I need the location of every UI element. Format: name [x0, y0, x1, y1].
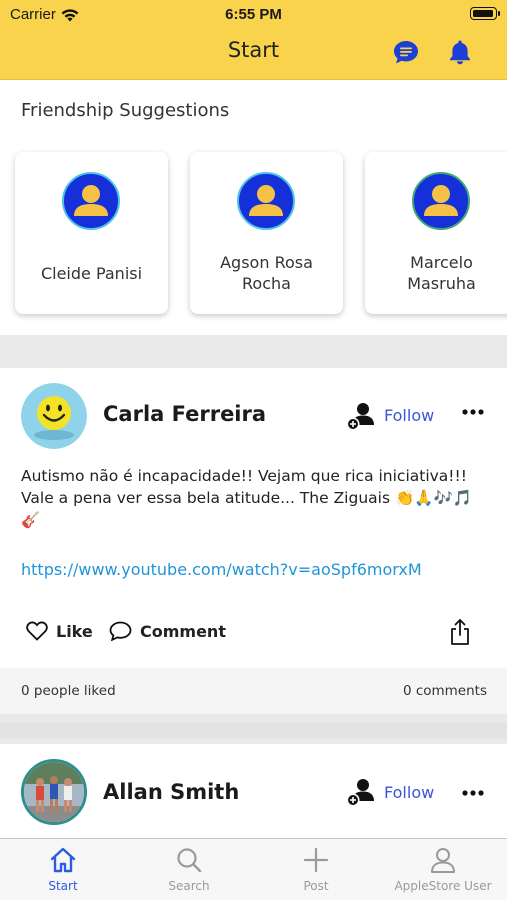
- comment-label: Comment: [140, 621, 226, 641]
- notifications-button[interactable]: [446, 38, 474, 66]
- suggestion-card[interactable]: Cleide Panisi: [15, 152, 168, 314]
- feed-post: Allan Smith Follow: [0, 744, 507, 838]
- comment-icon: [109, 621, 132, 641]
- default-avatar-icon: [62, 172, 120, 230]
- suggestion-name-line: Masruha: [407, 274, 476, 293]
- follow-button[interactable]: Follow: [384, 783, 434, 802]
- suggestion-card[interactable]: Marcelo Masruha: [365, 152, 507, 314]
- page-title: Start: [227, 38, 280, 62]
- feed-post: Carla Ferreira Follow Autismo não é inca…: [0, 368, 507, 668]
- add-user-icon[interactable]: [346, 401, 376, 431]
- suggestion-name-line: Rocha: [242, 274, 291, 293]
- post-link[interactable]: https://www.youtube.com/watch?v=aoSpf6mo…: [21, 560, 422, 579]
- header: Carrier 6:55 PM Start: [0, 0, 507, 80]
- author-avatar[interactable]: [21, 383, 87, 449]
- share-icon[interactable]: [449, 618, 471, 646]
- author-avatar[interactable]: [21, 759, 87, 825]
- suggestion-name-line: Marcelo: [410, 253, 473, 272]
- search-icon: [177, 848, 202, 873]
- suggestion-name-line: Cleide Panisi: [40, 264, 143, 283]
- like-label: Like: [56, 621, 93, 641]
- suggestion-name-line: Agson Rosa: [220, 253, 313, 272]
- more-options-icon[interactable]: [461, 408, 485, 416]
- smiley-avatar-image: [21, 383, 87, 449]
- status-time: 6:55 PM: [225, 6, 282, 23]
- comment-button[interactable]: Comment: [109, 621, 226, 641]
- suggestion-name: Agson Rosa Rocha: [194, 252, 339, 294]
- author-name[interactable]: Carla Ferreira: [103, 402, 266, 426]
- follow-button[interactable]: Follow: [384, 406, 434, 425]
- tab-search[interactable]: Search: [126, 845, 252, 893]
- add-user-icon[interactable]: [346, 777, 376, 807]
- tab-label: Post: [303, 879, 329, 893]
- tab-label: AppleStore User: [394, 879, 492, 893]
- suggestion-card[interactable]: Agson Rosa Rocha: [190, 152, 343, 314]
- post-text: Autismo não é incapacidade!! Vejam que r…: [21, 467, 473, 529]
- comments-count[interactable]: 0 comments: [403, 683, 487, 699]
- app-screen: Carrier 6:55 PM Start Friendship Suggest…: [0, 0, 507, 900]
- suggestion-name: Marcelo Masruha: [369, 252, 507, 294]
- home-icon: [50, 847, 76, 873]
- author-name[interactable]: Allan Smith: [103, 780, 239, 804]
- default-avatar-icon: [412, 172, 470, 230]
- tab-label: Start: [48, 879, 78, 893]
- bell-icon: [450, 40, 470, 65]
- like-button[interactable]: Like: [26, 621, 93, 641]
- default-avatar-icon: [237, 172, 295, 230]
- battery-icon: [470, 7, 500, 20]
- suggestion-name: Cleide Panisi: [19, 263, 164, 284]
- status-bar: Carrier 6:55 PM: [0, 0, 507, 30]
- messages-button[interactable]: [392, 38, 420, 66]
- section-divider: [0, 335, 507, 368]
- post-stats: 0 people liked 0 comments: [0, 668, 507, 714]
- tab-bar: Start Search Post AppleStore User: [0, 838, 507, 900]
- likes-count[interactable]: 0 people liked: [21, 683, 116, 699]
- more-options-icon[interactable]: [461, 789, 485, 797]
- tab-label: Search: [168, 879, 210, 893]
- heart-icon: [26, 621, 48, 641]
- plus-icon: [303, 847, 329, 873]
- friendship-suggestions: Friendship Suggestions Cleide Panisi Ags…: [0, 80, 507, 335]
- tab-post[interactable]: Post: [253, 845, 379, 893]
- divider-band: [0, 722, 507, 738]
- runners-avatar-image: [24, 762, 84, 822]
- section-divider: [0, 714, 507, 744]
- user-icon: [431, 848, 455, 873]
- chat-bubble-icon: [394, 41, 418, 64]
- tab-start[interactable]: Start: [0, 845, 126, 893]
- suggestions-title: Friendship Suggestions: [21, 100, 230, 121]
- tab-user[interactable]: AppleStore User: [380, 845, 506, 893]
